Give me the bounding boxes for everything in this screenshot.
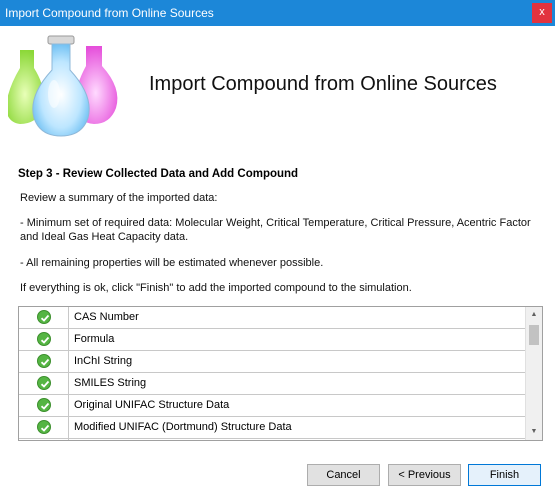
window-title: Import Compound from Online Sources bbox=[5, 6, 214, 20]
list-item-label: Modified UNIFAC (Dortmund) Structure Dat… bbox=[74, 421, 292, 433]
header-title: Import Compound from Online Sources bbox=[149, 73, 497, 95]
summary-list[interactable]: CAS Number Formula InChI String SMILES S… bbox=[18, 306, 543, 441]
scroll-down-arrow-icon[interactable]: ▼ bbox=[526, 424, 542, 440]
cancel-button[interactable]: Cancel bbox=[307, 464, 380, 486]
check-circle-icon bbox=[37, 332, 51, 346]
previous-button[interactable]: < Previous bbox=[388, 464, 461, 486]
estimation-text: - All remaining properties will be estim… bbox=[20, 257, 324, 269]
list-item[interactable] bbox=[19, 439, 526, 440]
list-item-label: Original UNIFAC Structure Data bbox=[74, 399, 230, 411]
list-item-label: SMILES String bbox=[74, 377, 147, 389]
list-item[interactable]: CAS Number bbox=[19, 307, 526, 329]
list-item[interactable]: InChI String bbox=[19, 351, 526, 373]
intro-text: Review a summary of the imported data: bbox=[20, 192, 218, 204]
list-item[interactable]: Formula bbox=[19, 329, 526, 351]
required-data-text: - Minimum set of required data: Molecula… bbox=[20, 217, 531, 229]
vertical-scrollbar[interactable]: ▲ ▼ bbox=[525, 307, 542, 440]
check-circle-icon bbox=[37, 398, 51, 412]
check-circle-icon bbox=[37, 354, 51, 368]
list-item[interactable]: SMILES String bbox=[19, 373, 526, 395]
chemistry-flasks-icon bbox=[8, 35, 118, 137]
check-circle-icon bbox=[37, 376, 51, 390]
close-button[interactable]: x bbox=[532, 3, 552, 23]
list-item[interactable]: Original UNIFAC Structure Data bbox=[19, 395, 526, 417]
list-item-label: InChI String bbox=[74, 355, 133, 367]
list-item-label: Formula bbox=[74, 333, 115, 345]
step-heading: Step 3 - Review Collected Data and Add C… bbox=[18, 168, 299, 180]
list-item-label: CAS Number bbox=[74, 311, 139, 323]
title-bar: Import Compound from Online Sources x bbox=[0, 0, 555, 26]
required-data-text-cont: and Ideal Gas Heat Capacity data. bbox=[20, 231, 189, 243]
finish-instruction-text: If everything is ok, click "Finish" to a… bbox=[20, 282, 412, 294]
check-circle-icon bbox=[37, 420, 51, 434]
finish-button[interactable]: Finish bbox=[468, 464, 541, 486]
scroll-thumb[interactable] bbox=[529, 325, 539, 345]
list-item[interactable]: Modified UNIFAC (Dortmund) Structure Dat… bbox=[19, 417, 526, 439]
check-circle-icon bbox=[37, 310, 51, 324]
scroll-up-arrow-icon[interactable]: ▲ bbox=[526, 307, 542, 323]
